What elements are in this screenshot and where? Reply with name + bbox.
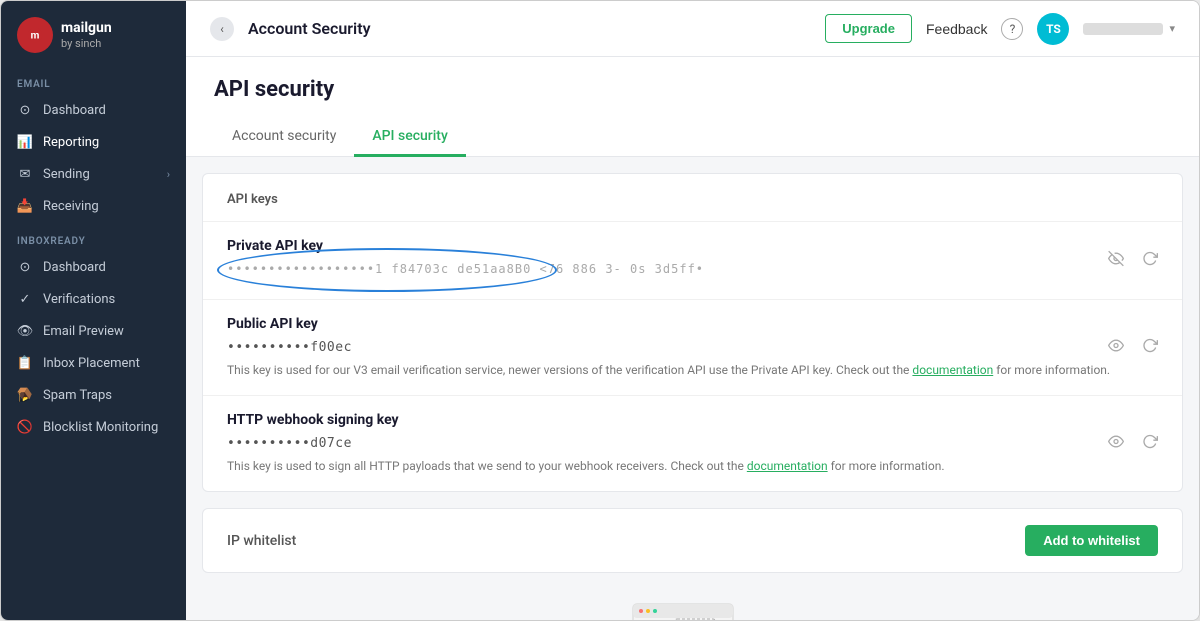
private-key-refresh-button[interactable] [1138,246,1162,275]
webhook-key-show-button[interactable] [1104,429,1128,458]
private-key-container: ••••••••••••••••••1 f84703c de51aa8B0 <7… [227,262,1158,277]
email-section-label: EMAIL [1,65,186,94]
inbox-placement-icon: 📋 [17,355,33,371]
upgrade-button[interactable]: Upgrade [825,14,912,43]
topbar-actions: Upgrade Feedback ? TS ▾ [825,13,1175,45]
add-to-whitelist-button[interactable]: Add to whitelist [1025,525,1158,556]
webhook-key-label: HTTP webhook signing key [227,412,1158,428]
feedback-button[interactable]: Feedback [926,21,987,37]
topbar: ‹ Account Security Upgrade Feedback ? TS… [186,1,1199,57]
ip-whitelist-row: IP whitelist Add to whitelist [203,509,1182,572]
logo-icon: m [17,17,53,53]
section-header: API keys [203,174,1182,222]
receiving-icon: 📥 [17,198,33,214]
private-key-hide-button[interactable] [1104,246,1128,275]
webhook-key-refresh-button[interactable] [1138,429,1162,458]
webhook-key-desc: This key is used to sign all HTTP payloa… [227,457,1158,475]
ip-whitelist-label: IP whitelist [227,533,296,549]
sidebar: m mailgun by sinch EMAIL ⊙ Dashboard 📊 R… [1,1,186,620]
email-preview-icon: 👁 [17,323,33,339]
ip-whitelist-section: IP whitelist Add to whitelist [202,508,1183,573]
blocklist-icon: 🚫 [17,419,33,435]
webhook-key-actions [1104,429,1162,458]
api-keys-label: API keys [227,192,278,207]
webhook-key-block: HTTP webhook signing key ••••••••••d07ce… [203,396,1182,491]
chevron-right-icon: › [167,168,170,181]
private-api-key-block: Private API key ••••••••••••••••••1 f847… [203,222,1182,300]
inboxready-dashboard-icon: ⊙ [17,259,33,275]
tab-api-security[interactable]: API security [354,118,466,157]
chevron-down-icon: ▾ [1169,22,1175,35]
public-api-key-block: Public API key ••••••••••f00ec This key … [203,300,1182,396]
inboxready-section-label: INBOXREADY [1,222,186,251]
svg-text:m: m [31,31,40,42]
private-key-actions [1104,246,1162,275]
api-keys-section: API keys Private API key •••••••••••••••… [202,173,1183,492]
private-key-label: Private API key [227,238,1158,254]
page-header: API security Account security API securi… [186,57,1199,157]
sidebar-item-inbox-placement[interactable]: 📋 Inbox Placement [1,347,186,379]
page-content: API security Account security API securi… [186,57,1199,620]
help-button[interactable]: ? [1001,18,1023,40]
sidebar-item-email-preview[interactable]: 👁 Email Preview [1,315,186,347]
public-key-show-button[interactable] [1104,333,1128,362]
user-dropdown[interactable]: ▾ [1083,22,1175,35]
illustration-area [186,589,1199,620]
private-key-value: ••••••••••••••••••1 f84703c de51aa8B0 <7… [227,262,1158,277]
sidebar-item-receiving[interactable]: 📥 Receiving [1,190,186,222]
sidebar-item-verifications[interactable]: ✓ Verifications [1,283,186,315]
public-key-label: Public API key [227,316,1158,332]
sidebar-item-spam-traps[interactable]: 🪤 Spam Traps [1,379,186,411]
verifications-icon: ✓ [17,291,33,307]
illustration [613,599,773,620]
public-key-actions [1104,333,1162,362]
sidebar-item-sending[interactable]: ✉ Sending › [1,158,186,190]
topbar-title: Account Security [248,19,825,38]
sidebar-item-blocklist-monitoring[interactable]: 🚫 Blocklist Monitoring [1,411,186,443]
sidebar-item-reporting[interactable]: 📊 Reporting [1,126,186,158]
main-area: ‹ Account Security Upgrade Feedback ? TS… [186,1,1199,620]
webhook-key-value: ••••••••••d07ce [227,436,1158,451]
public-key-desc: This key is used for our V3 email verifi… [227,361,1158,379]
spam-traps-icon: 🪤 [17,387,33,403]
sending-icon: ✉ [17,166,33,182]
dashboard-icon: ⊙ [17,102,33,118]
reporting-icon: 📊 [17,134,33,150]
public-key-value: ••••••••••f00ec [227,340,1158,355]
user-name [1083,23,1163,35]
public-key-doc-link[interactable]: documentation [912,363,993,377]
logo: m mailgun by sinch [1,1,186,65]
sidebar-item-inboxready-dashboard[interactable]: ⊙ Dashboard [1,251,186,283]
page-title: API security [214,77,1171,102]
logo-text: mailgun by sinch [61,20,112,50]
avatar[interactable]: TS [1037,13,1069,45]
tab-account-security[interactable]: Account security [214,118,354,157]
sidebar-item-dashboard[interactable]: ⊙ Dashboard [1,94,186,126]
public-key-refresh-button[interactable] [1138,333,1162,362]
webhook-key-doc-link[interactable]: documentation [747,459,828,473]
back-button[interactable]: ‹ [210,17,234,41]
tabs: Account security API security [214,118,1171,156]
